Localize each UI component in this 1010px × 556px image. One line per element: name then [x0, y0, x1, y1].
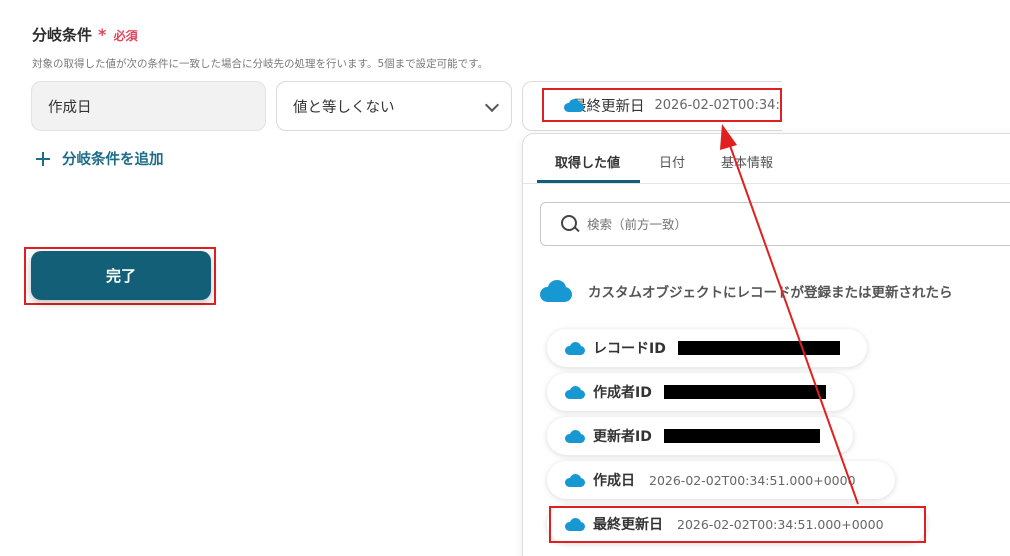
list-item-created-by-id[interactable]: 作成者ID — [547, 373, 853, 411]
tab-acquired-values[interactable]: 取得した値 — [555, 152, 620, 171]
search-icon — [561, 215, 579, 233]
search-box[interactable] — [540, 202, 1010, 246]
required-badge: * 必須 — [98, 25, 138, 44]
list-item-record-id[interactable]: レコードID — [547, 329, 867, 367]
value-chip[interactable]: 最終更新日 2026-02-02T00:34:51.000+0000 — [542, 88, 782, 122]
chevron-down-icon — [484, 97, 500, 113]
output-group-title[interactable]: カスタムオブジェクトにレコードが登録または更新されたら — [540, 280, 953, 302]
add-condition-button[interactable]: 分岐条件を追加 — [36, 148, 164, 169]
operator-select-value: 値と等しくない — [293, 99, 395, 116]
section-hint: 対象の取得した値が次の条件に一致した場合に分岐先の処理を行います。5個まで設定可… — [32, 58, 489, 70]
done-button[interactable]: 完了 — [31, 251, 211, 300]
salesforce-cloud-icon — [540, 280, 572, 302]
picker-tabs: 取得した値 日付 基本情報 — [523, 134, 1010, 184]
tab-basic-info[interactable]: 基本情報 — [721, 152, 773, 171]
salesforce-cloud-icon — [565, 385, 585, 399]
output-group-title-text: カスタムオブジェクトにレコードが登録または更新されたら — [588, 285, 953, 301]
search-input[interactable] — [587, 216, 967, 232]
item-label: 作成者ID — [593, 385, 652, 401]
value-picker-dropdown: 取得した値 日付 基本情報 カスタムオブジェクトにレコードが登録または更新された… — [522, 133, 1010, 556]
item-label: 更新者ID — [593, 429, 652, 445]
salesforce-cloud-icon — [565, 473, 585, 487]
plus-icon — [36, 151, 50, 166]
active-tab-indicator — [537, 180, 640, 183]
value-chip-text: 2026-02-02T00:34:51.000+0000 — [654, 97, 781, 113]
item-label: 作成日 — [593, 473, 635, 489]
target-field-value: 作成日 — [48, 99, 92, 116]
item-label: レコードID — [593, 341, 666, 357]
required-mark: * — [98, 25, 107, 44]
item-value: 2026-02-02T00:34:51.000+0000 — [649, 472, 856, 488]
section-title: 分岐条件 * 必須 — [32, 24, 138, 45]
tab-date[interactable]: 日付 — [659, 152, 685, 171]
section-title-text: 分岐条件 — [32, 26, 93, 44]
salesforce-cloud-icon — [565, 341, 585, 355]
required-label: 必須 — [113, 29, 138, 43]
list-item-created-date[interactable]: 作成日 2026-02-02T00:34:51.000+0000 — [547, 461, 895, 499]
operator-select[interactable]: 値と等しくない — [276, 81, 512, 131]
redacted-value — [663, 429, 820, 443]
salesforce-cloud-icon — [565, 429, 585, 443]
add-condition-label: 分岐条件を追加 — [62, 152, 164, 168]
target-field[interactable]: 作成日 — [31, 81, 266, 131]
list-item-updated-by-id[interactable]: 更新者ID — [547, 417, 853, 455]
selected-item-highlight — [549, 506, 926, 543]
redacted-value — [677, 341, 840, 355]
redacted-value — [663, 385, 826, 399]
